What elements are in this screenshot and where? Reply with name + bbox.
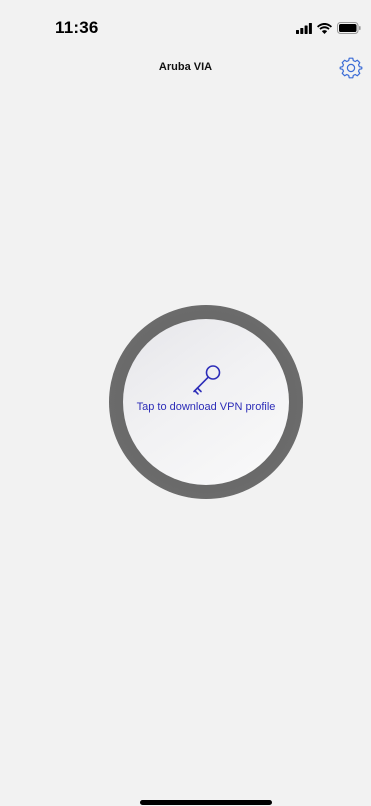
settings-button[interactable] bbox=[339, 56, 363, 80]
key-icon bbox=[193, 365, 221, 395]
cellular-signal-icon bbox=[296, 22, 312, 34]
page-title: Aruba VIA bbox=[158, 61, 213, 73]
status-time: 11:36 bbox=[55, 18, 99, 37]
download-vpn-profile-button[interactable]: Tap to download VPN profile bbox=[123, 319, 289, 485]
vpn-button-label[interactable]: Tap to download VPN profile bbox=[136, 401, 276, 414]
home-indicator bbox=[140, 800, 272, 805]
wifi-icon bbox=[317, 22, 332, 34]
status-icons bbox=[296, 22, 361, 34]
battery-icon bbox=[337, 22, 361, 34]
gear-icon[interactable] bbox=[339, 56, 363, 80]
status-bar: 11:36 bbox=[0, 0, 371, 50]
app-screen: 11:36 Aruba VIA Tap to download VPN prof… bbox=[0, 0, 371, 806]
